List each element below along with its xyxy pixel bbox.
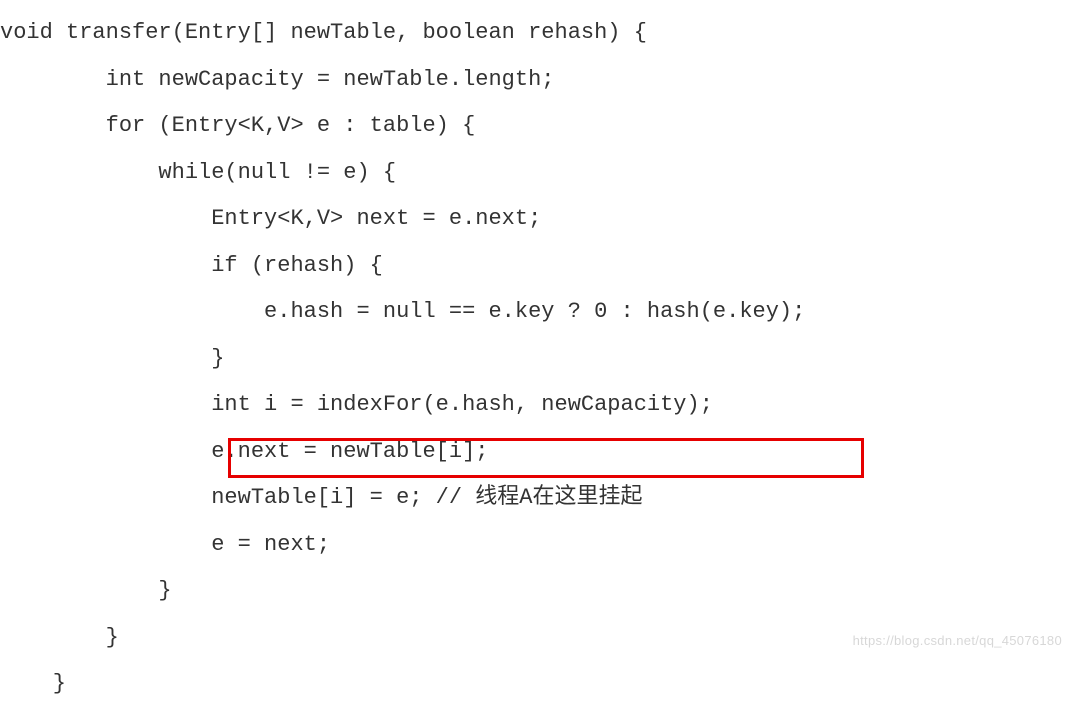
code-line-7: e.hash = null == e.key ? 0 : hash(e.key)…	[0, 289, 1080, 336]
code-line-10: e.next = newTable[i];	[0, 429, 1080, 476]
code-line-6: if (rehash) {	[0, 243, 1080, 290]
code-line-3: for (Entry<K,V> e : table) {	[0, 103, 1080, 150]
code-line-11-highlighted: newTable[i] = e; // 线程A在这里挂起	[0, 475, 1080, 522]
code-line-13: }	[0, 568, 1080, 615]
code-line-5: Entry<K,V> next = e.next;	[0, 196, 1080, 243]
code-line-15: }	[0, 661, 1080, 708]
code-block: void transfer(Entry[] newTable, boolean …	[0, 10, 1080, 708]
code-line-8: }	[0, 336, 1080, 383]
watermark-text: https://blog.csdn.net/qq_45076180	[853, 633, 1062, 648]
code-line-4: while(null != e) {	[0, 150, 1080, 197]
code-line-9: int i = indexFor(e.hash, newCapacity);	[0, 382, 1080, 429]
code-line-1: void transfer(Entry[] newTable, boolean …	[0, 10, 1080, 57]
code-line-2: int newCapacity = newTable.length;	[0, 57, 1080, 104]
code-line-12: e = next;	[0, 522, 1080, 569]
